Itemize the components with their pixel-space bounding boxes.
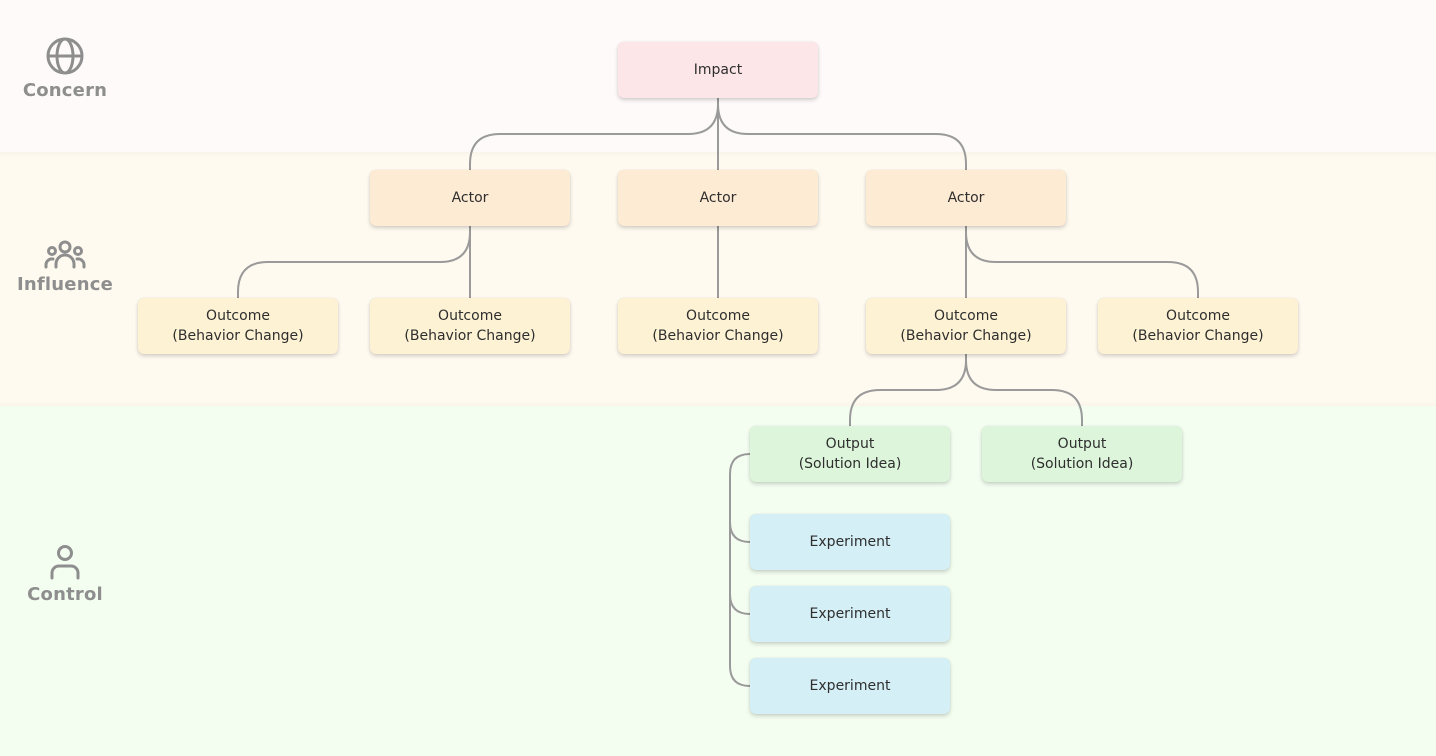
node-actor[interactable]: Actor (618, 170, 818, 226)
node-output[interactable]: Output (Solution Idea) (750, 426, 950, 482)
node-sublabel: (Behavior Change) (172, 328, 304, 344)
band-label-concern: Concern (0, 36, 130, 101)
node-label: Actor (699, 190, 737, 206)
band-label-text: Control (27, 584, 103, 605)
node-outcome[interactable]: Outcome (Behavior Change) (1098, 298, 1298, 354)
node-sublabel: (Solution Idea) (798, 456, 902, 472)
node-label: Output (825, 436, 875, 452)
node-sublabel: (Solution Idea) (1030, 456, 1134, 472)
node-experiment[interactable]: Experiment (750, 586, 950, 642)
node-label: Actor (947, 190, 985, 206)
node-outcome[interactable]: Outcome (Behavior Change) (866, 298, 1066, 354)
band-label-text: Concern (22, 80, 108, 101)
band-label-influence: Influence (0, 240, 130, 295)
node-label: Outcome (1166, 308, 1230, 324)
band-label-control: Control (0, 544, 130, 605)
node-output[interactable]: Output (Solution Idea) (982, 426, 1182, 482)
band-label-text: Influence (16, 274, 114, 295)
node-label: Experiment (809, 606, 891, 622)
node-label: Actor (451, 190, 489, 206)
band-control (0, 406, 1436, 756)
node-sublabel: (Behavior Change) (900, 328, 1032, 344)
node-label: Outcome (438, 308, 502, 324)
node-actor[interactable]: Actor (370, 170, 570, 226)
node-label: Impact (693, 62, 743, 78)
node-experiment[interactable]: Experiment (750, 658, 950, 714)
person-icon (50, 545, 80, 580)
node-sublabel: (Behavior Change) (1132, 328, 1264, 344)
node-sublabel: (Behavior Change) (404, 328, 536, 344)
node-impact[interactable]: Impact (618, 42, 818, 98)
node-outcome[interactable]: Outcome (Behavior Change) (370, 298, 570, 354)
node-label: Outcome (934, 308, 998, 324)
node-label: Output (1057, 436, 1107, 452)
node-outcome[interactable]: Outcome (Behavior Change) (138, 298, 338, 354)
globe-icon (46, 37, 84, 75)
node-actor[interactable]: Actor (866, 170, 1066, 226)
node-experiment[interactable]: Experiment (750, 514, 950, 570)
node-outcome[interactable]: Outcome (Behavior Change) (618, 298, 818, 354)
people-group-icon (44, 240, 86, 269)
node-label: Outcome (686, 308, 750, 324)
node-label: Experiment (809, 534, 891, 550)
node-sublabel: (Behavior Change) (652, 328, 784, 344)
node-label: Outcome (206, 308, 270, 324)
node-label: Experiment (809, 678, 891, 694)
